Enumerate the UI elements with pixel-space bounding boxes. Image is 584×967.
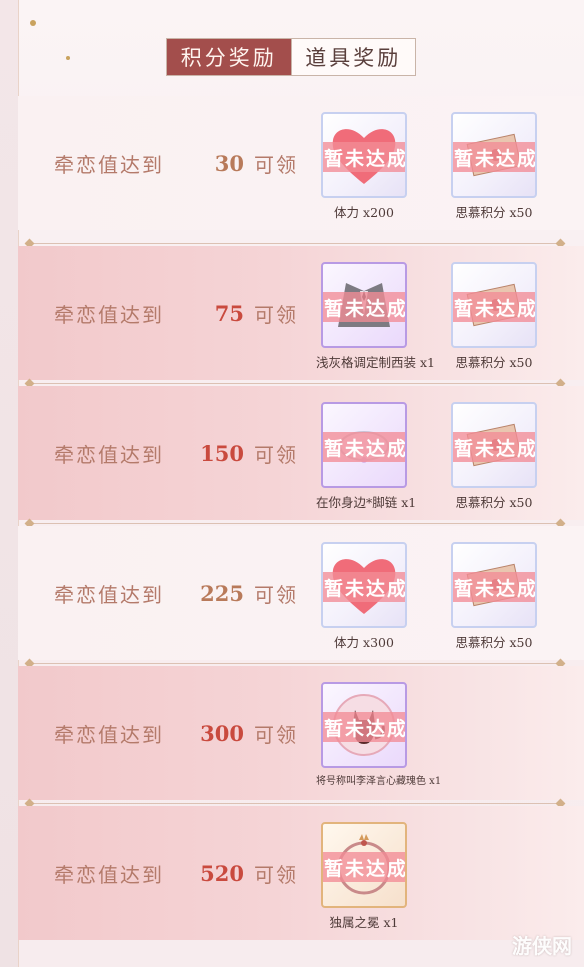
requirement: 牵恋值达到 150 可领 bbox=[54, 386, 314, 520]
reward-item[interactable]: 暂未达成 将号称叫李泽言心藏瑰色 x1 bbox=[316, 682, 442, 787]
row-divider bbox=[30, 243, 560, 244]
reward-item[interactable]: 暂未达成 浅灰格调定制西装 x1 bbox=[316, 262, 435, 371]
requirement-label: 牵恋值达到 bbox=[54, 152, 164, 177]
not-achieved-stamp: 暂未达成 bbox=[323, 142, 405, 172]
not-achieved-stamp: 暂未达成 bbox=[323, 292, 405, 322]
requirement-suffix: 可领 bbox=[254, 152, 298, 177]
tab-item-reward[interactable]: 道具奖励 bbox=[290, 39, 416, 75]
item-card: 暂未达成 bbox=[321, 822, 407, 908]
requirement-label: 牵恋值达到 bbox=[54, 862, 164, 887]
not-achieved-stamp: 暂未达成 bbox=[323, 432, 405, 462]
item-name: 思慕积分 x50 bbox=[455, 355, 533, 370]
item-card: 暂未达成 bbox=[451, 262, 537, 348]
item-card: 暂未达成 bbox=[451, 542, 537, 628]
left-border bbox=[0, 0, 18, 967]
reward-row: 牵恋值达到 300 可领 暂未达成 将号称叫李泽言心藏瑰色 x1 bbox=[18, 666, 584, 800]
requirement: 牵恋值达到 30 可领 bbox=[54, 96, 314, 230]
item-card: 暂未达成 bbox=[321, 112, 407, 198]
reward-item[interactable]: 暂未达成 思慕积分 x50 bbox=[446, 112, 542, 221]
tab-points-reward[interactable]: 积分奖励 bbox=[167, 39, 291, 75]
reward-item[interactable]: 暂未达成 独属之冕 x1 bbox=[316, 822, 412, 931]
item-name: 将号称叫李泽言心藏瑰色 x1 bbox=[316, 776, 442, 787]
not-achieved-stamp: 暂未达成 bbox=[323, 852, 405, 882]
requirement: 牵恋值达到 225 可领 bbox=[54, 526, 314, 660]
reward-item[interactable]: 暂未达成 在你身边*脚链 x1 bbox=[316, 402, 417, 511]
requirement-suffix: 可领 bbox=[254, 722, 298, 747]
item-name: 浅灰格调定制西装 x1 bbox=[316, 355, 435, 370]
requirement-value: 225 bbox=[200, 580, 244, 606]
requirement-suffix: 可领 bbox=[254, 442, 298, 467]
requirement-label: 牵恋值达到 bbox=[54, 442, 164, 467]
row-divider bbox=[30, 383, 560, 384]
item-name: 独属之冕 x1 bbox=[329, 915, 399, 930]
reward-row: 牵恋值达到 30 可领 暂未达成 体力 x200 暂未达成 思慕积分 x50 bbox=[18, 96, 584, 230]
reward-item[interactable]: 暂未达成 思慕积分 x50 bbox=[446, 542, 542, 651]
requirement: 牵恋值达到 520 可领 bbox=[54, 806, 314, 940]
item-name: 在你身边*脚链 x1 bbox=[316, 495, 417, 510]
row-divider bbox=[30, 803, 560, 804]
not-achieved-stamp: 暂未达成 bbox=[453, 572, 535, 602]
decor-dot bbox=[30, 20, 36, 26]
not-achieved-stamp: 暂未达成 bbox=[323, 712, 405, 742]
requirement-value: 150 bbox=[200, 440, 244, 466]
not-achieved-stamp: 暂未达成 bbox=[453, 292, 535, 322]
item-card: 暂未达成 bbox=[321, 542, 407, 628]
row-divider bbox=[30, 523, 560, 524]
item-name: 思慕积分 x50 bbox=[455, 635, 533, 650]
reward-row: 牵恋值达到 75 可领 暂未达成 浅灰格调定制西装 x1 暂未达成 思慕积分 x… bbox=[18, 246, 584, 380]
reward-item[interactable]: 暂未达成 体力 x200 bbox=[316, 112, 412, 221]
requirement-suffix: 可领 bbox=[254, 302, 298, 327]
item-card: 暂未达成 bbox=[321, 402, 407, 488]
item-card: 暂未达成 bbox=[451, 112, 537, 198]
requirement: 牵恋值达到 300 可领 bbox=[54, 666, 314, 800]
reward-item[interactable]: 暂未达成 体力 x300 bbox=[316, 542, 412, 651]
not-achieved-stamp: 暂未达成 bbox=[323, 572, 405, 602]
reward-row: 牵恋值达到 520 可领 暂未达成 独属之冕 x1 bbox=[18, 806, 584, 940]
watermark: 游侠网 bbox=[512, 934, 572, 958]
not-achieved-stamp: 暂未达成 bbox=[453, 142, 535, 172]
item-card: 暂未达成 bbox=[321, 682, 407, 768]
reward-row: 牵恋值达到 150 可领 暂未达成 在你身边*脚链 x1 暂未达成 思慕积分 x… bbox=[18, 386, 584, 520]
requirement-label: 牵恋值达到 bbox=[54, 302, 164, 327]
reward-tabs: 积分奖励 道具奖励 bbox=[166, 38, 416, 76]
item-name: 思慕积分 x50 bbox=[455, 205, 533, 220]
item-name: 思慕积分 x50 bbox=[455, 495, 533, 510]
not-achieved-stamp: 暂未达成 bbox=[453, 432, 535, 462]
requirement-label: 牵恋值达到 bbox=[54, 722, 164, 747]
requirement-value: 300 bbox=[200, 720, 244, 746]
requirement-value: 520 bbox=[200, 860, 244, 886]
requirement-suffix: 可领 bbox=[254, 862, 298, 887]
requirement-value: 75 bbox=[214, 300, 244, 326]
requirement-suffix: 可领 bbox=[254, 582, 298, 607]
requirement-label: 牵恋值达到 bbox=[54, 582, 164, 607]
reward-row: 牵恋值达到 225 可领 暂未达成 体力 x300 暂未达成 思慕积分 x50 bbox=[18, 526, 584, 660]
row-divider bbox=[30, 663, 560, 664]
requirement-value: 30 bbox=[214, 150, 244, 176]
item-card: 暂未达成 bbox=[321, 262, 407, 348]
item-name: 体力 x300 bbox=[334, 635, 394, 650]
reward-item[interactable]: 暂未达成 思慕积分 x50 bbox=[446, 262, 542, 371]
requirement: 牵恋值达到 75 可领 bbox=[54, 246, 314, 380]
item-card: 暂未达成 bbox=[451, 402, 537, 488]
decor-dot bbox=[66, 56, 70, 60]
reward-item[interactable]: 暂未达成 思慕积分 x50 bbox=[446, 402, 542, 511]
item-name: 体力 x200 bbox=[334, 205, 394, 220]
